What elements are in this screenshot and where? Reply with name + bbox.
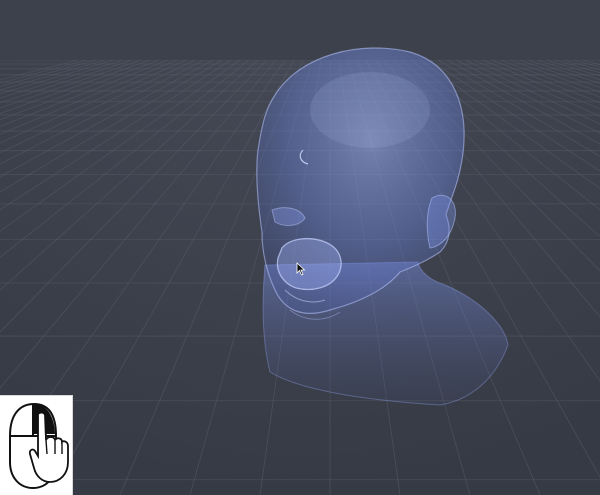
arrow-cursor-icon [296, 262, 306, 276]
mouse-right-drag-icon [9, 402, 69, 490]
model-highlight [310, 72, 430, 148]
3d-viewport[interactable] [0, 0, 600, 495]
viewport-canvas[interactable] [0, 0, 600, 495]
mouse-hint-panel [0, 395, 73, 495]
model-nose [276, 237, 342, 291]
sky-band [0, 0, 600, 60]
